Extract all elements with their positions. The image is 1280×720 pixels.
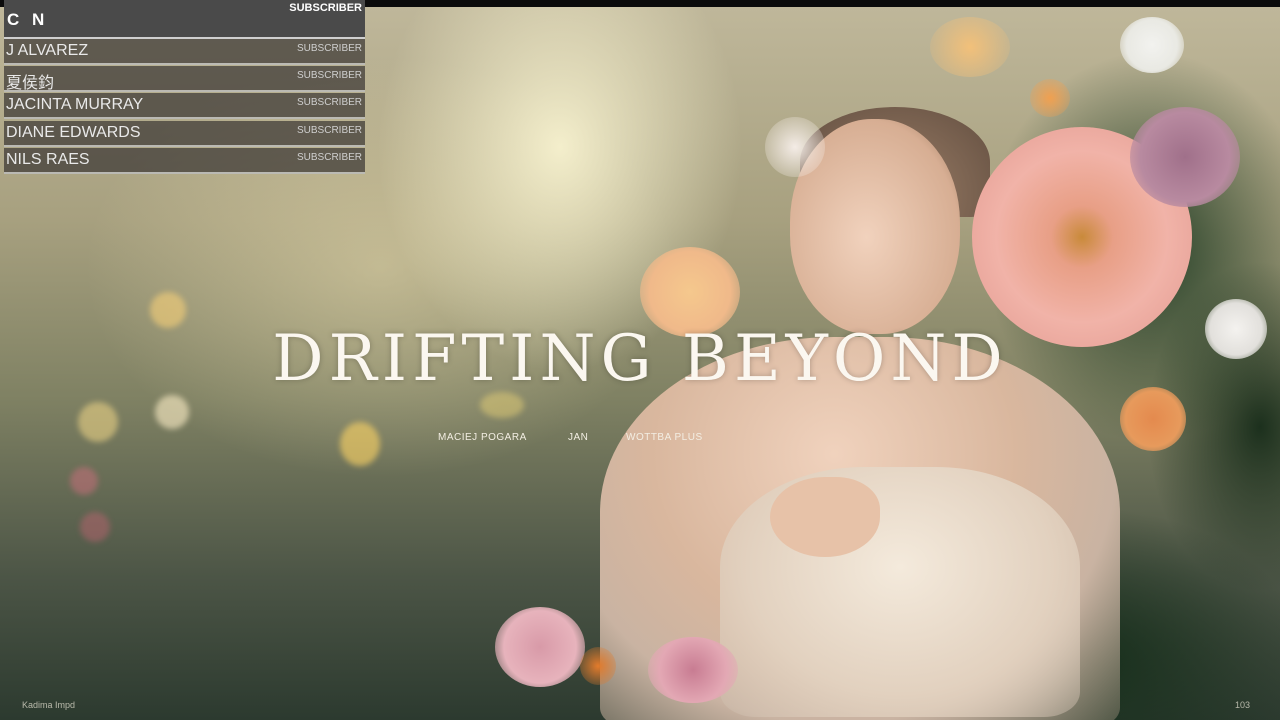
subscriber-role: SUBSCRIBER [296, 97, 362, 108]
credits-line: MACIEJ POGARA JAN WOTTBA PLUS [420, 432, 720, 448]
subscriber-name: 夏侯鈞 [6, 75, 55, 92]
corner-label-left: Kadima Impd [22, 700, 76, 710]
subscriber-row: 夏侯鈞 SUBSCRIBER [4, 66, 365, 92]
subscriber-header-name: C N [7, 10, 49, 29]
subscriber-name: JACINTA MURRAY [6, 96, 144, 113]
credit-artist-2: JAN [568, 432, 589, 443]
subscriber-header: C N SUBSCRIBER [4, 0, 365, 39]
subscriber-name: NILS RAES [6, 151, 90, 168]
subscriber-role: SUBSCRIBER [296, 70, 362, 81]
subscriber-header-role: SUBSCRIBER [289, 2, 362, 14]
video-frame[interactable]: DRIFTING BEYOND MACIEJ POGARA JAN WOTTBA… [0, 0, 1280, 720]
subscriber-role: SUBSCRIBER [296, 43, 362, 54]
credit-artist-1: MACIEJ POGARA [438, 432, 527, 443]
subscriber-role: SUBSCRIBER [296, 152, 362, 163]
subscriber-row: JACINTA MURRAY SUBSCRIBER [4, 93, 365, 119]
credit-artist-3: WOTTBA PLUS [626, 432, 703, 443]
subscriber-name: DIANE EDWARDS [6, 124, 141, 141]
subscriber-overlay: C N SUBSCRIBER J ALVAREZ SUBSCRIBER 夏侯鈞 … [4, 0, 365, 174]
figure-hand [770, 477, 880, 557]
subscriber-role: SUBSCRIBER [296, 125, 362, 136]
subscriber-row: NILS RAES SUBSCRIBER [4, 148, 365, 174]
video-title: DRIFTING BEYOND [272, 322, 1008, 396]
subscriber-row: J ALVAREZ SUBSCRIBER [4, 39, 365, 65]
subscriber-name: J ALVAREZ [6, 42, 89, 59]
corner-label-right: 103 [1234, 700, 1250, 710]
subscriber-row: DIANE EDWARDS SUBSCRIBER [4, 121, 365, 147]
